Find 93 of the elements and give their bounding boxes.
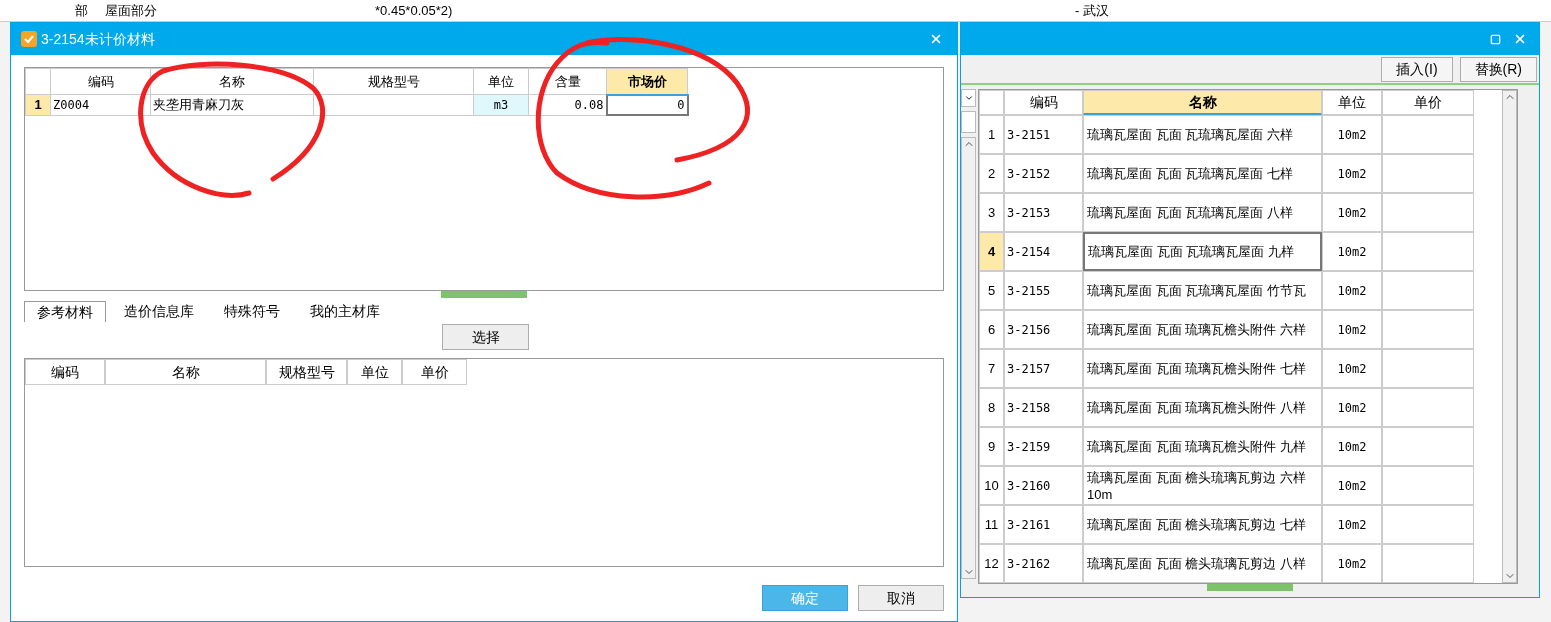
table-cell: 10m2 (1322, 466, 1382, 505)
row-number[interactable]: 5 (979, 271, 1004, 310)
table-cell: 3-2155 (1004, 271, 1083, 310)
table-cell: Z0004 (50, 94, 151, 115)
table-cell: 3-2157 (1004, 349, 1083, 388)
row-number[interactable]: 1 (25, 94, 51, 115)
table-cell: 10m2 (1322, 232, 1382, 271)
table-cell: 3-2161 (1004, 505, 1083, 544)
table-cell: 3-2159 (1004, 427, 1083, 466)
column-header[interactable]: 名称 (105, 359, 266, 385)
row-number[interactable]: 7 (979, 349, 1004, 388)
close-icon[interactable] (1513, 32, 1527, 46)
table-cell: 3-2158 (1004, 388, 1083, 427)
table-cell: 3-2151 (1004, 115, 1083, 154)
row-number[interactable]: 1 (979, 115, 1004, 154)
row-number[interactable]: 2 (979, 154, 1004, 193)
row-number[interactable]: 10 (979, 466, 1004, 505)
toolbar-button[interactable]: 插入(I) (1381, 57, 1453, 82)
table-cell: 10m2 (1322, 505, 1382, 544)
column-header[interactable]: 单价 (402, 359, 467, 385)
table-cell: 10m2 (1322, 154, 1382, 193)
toolbar-button[interactable]: 替换(R) (1459, 57, 1537, 82)
tab[interactable]: 参考材料 (24, 301, 106, 322)
close-icon[interactable] (929, 32, 943, 46)
corner-cell (25, 68, 51, 95)
tab[interactable]: 我的主材库 (298, 301, 392, 322)
column-header[interactable]: 编码 (50, 68, 151, 95)
row-number[interactable]: 9 (979, 427, 1004, 466)
select-button[interactable]: 选择 (442, 324, 529, 350)
row-number[interactable]: 11 (979, 505, 1004, 544)
table-cell: 琉璃瓦屋面 瓦面 瓦琉璃瓦屋面 九样 (1083, 232, 1322, 271)
tab[interactable]: 特殊符号 (212, 301, 292, 322)
table-cell: 琉璃瓦屋面 瓦面 檐头琉璃瓦剪边 六样 10m (1083, 466, 1322, 505)
column-header[interactable]: 名称 (150, 68, 314, 95)
dropdown-button[interactable] (961, 89, 976, 107)
table-cell: 琉璃瓦屋面 瓦面 瓦琉璃瓦屋面 竹节瓦 (1083, 271, 1322, 310)
sheet-cell-text: *0.45*0.05*2) (375, 1, 454, 20)
table-cell: 10m2 (1322, 271, 1382, 310)
sheet-cell-text: 部 (75, 1, 89, 20)
table-cell: 琉璃瓦屋面 瓦面 瓦琉璃瓦屋面 七样 (1083, 154, 1322, 193)
table-cell: 10m2 (1322, 349, 1382, 388)
table-cell: 琉璃瓦屋面 瓦面 檐头琉璃瓦剪边 八样 (1083, 544, 1322, 583)
price-input-cell[interactable]: 0 (606, 94, 688, 115)
column-header[interactable]: 名称 (1083, 90, 1322, 115)
column-header[interactable]: 市场价 (606, 68, 688, 95)
scrollbar[interactable] (961, 137, 976, 579)
table-cell: 10m2 (1322, 115, 1382, 154)
table-cell: 夹垄用青麻刀灰 (150, 94, 314, 115)
column-header[interactable]: 含量 (528, 68, 607, 95)
maximize-icon[interactable] (1490, 33, 1501, 45)
splitter-handle[interactable] (1207, 584, 1293, 591)
tab[interactable]: 造价信息库 (112, 301, 206, 322)
table-cell: 琉璃瓦屋面 瓦面 琉璃瓦檐头附件 九样 (1083, 427, 1322, 466)
table-cell: 琉璃瓦屋面 瓦面 琉璃瓦檐头附件 六样 (1083, 310, 1322, 349)
column-header[interactable]: 规格型号 (266, 359, 347, 385)
window-title: 3-2154未计价材料 (41, 29, 156, 49)
scrollbar[interactable] (1502, 90, 1517, 583)
input-field[interactable] (961, 111, 976, 133)
table-cell: 10m2 (1322, 388, 1382, 427)
table-cell: 3-2162 (1004, 544, 1083, 583)
row-number[interactable]: 3 (979, 193, 1004, 232)
table-cell: 10m2 (1322, 427, 1382, 466)
table-cell: 琉璃瓦屋面 瓦面 琉璃瓦檐头附件 七样 (1083, 349, 1322, 388)
splitter-handle[interactable] (441, 291, 527, 298)
table-cell: 3-2152 (1004, 154, 1083, 193)
caret-icon (963, 93, 974, 103)
corner-cell (979, 90, 1004, 115)
row-number[interactable]: 8 (979, 388, 1004, 427)
column-header[interactable]: 单位 (347, 359, 402, 385)
sheet-cell-text: 屋面部分 (105, 1, 158, 20)
table-cell: 10m2 (1322, 310, 1382, 349)
row-number[interactable]: 12 (979, 544, 1004, 583)
table-cell: 10m2 (1322, 193, 1382, 232)
column-header[interactable]: 单位 (473, 68, 529, 95)
table-cell: 琉璃瓦屋面 瓦面 瓦琉璃瓦屋面 八样 (1083, 193, 1322, 232)
column-header[interactable]: 单价 (1382, 90, 1474, 115)
sheet-cell-text: - 武汉 (1075, 1, 1109, 20)
column-header[interactable]: 编码 (1004, 90, 1083, 115)
column-header[interactable]: 编码 (25, 359, 105, 385)
table-cell: 琉璃瓦屋面 瓦面 瓦琉璃瓦屋面 六样 (1083, 115, 1322, 154)
table-cell: 3-2154 (1004, 232, 1083, 271)
table-cell: 琉璃瓦屋面 瓦面 檐头琉璃瓦剪边 七样 (1083, 505, 1322, 544)
cancel-button[interactable]: 取消 (858, 585, 944, 611)
table-cell: 3-2153 (1004, 193, 1083, 232)
column-header[interactable]: 单位 (1322, 90, 1382, 115)
table-cell: 3-2160 (1004, 466, 1083, 505)
table-cell: 3-2156 (1004, 310, 1083, 349)
row-number[interactable]: 4 (979, 232, 1004, 271)
table-cell: 10m2 (1322, 544, 1382, 583)
app-logo-icon (21, 31, 37, 47)
table-cell: 琉璃瓦屋面 瓦面 琉璃瓦檐头附件 八样 (1083, 388, 1322, 427)
row-number[interactable]: 6 (979, 310, 1004, 349)
column-header[interactable]: 规格型号 (313, 68, 474, 95)
